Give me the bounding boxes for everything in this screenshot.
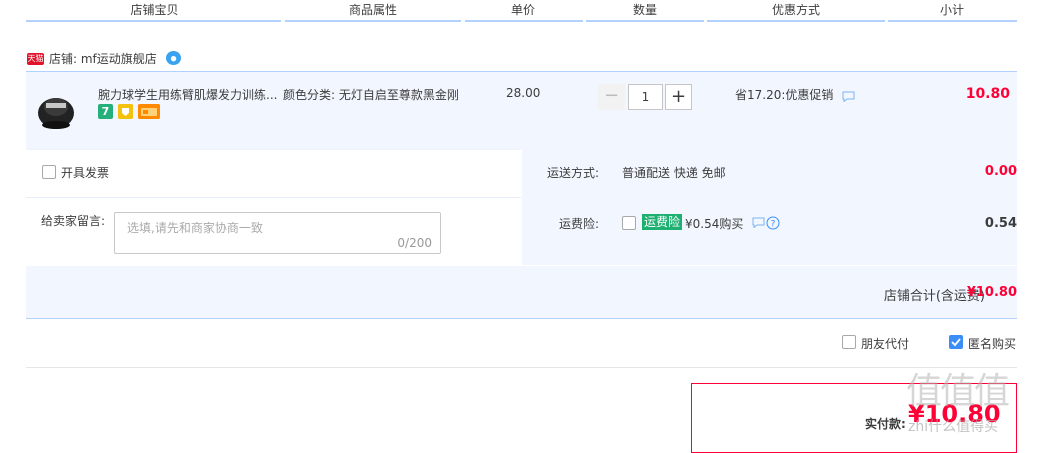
col-header-item: 店铺宝贝 <box>130 3 179 17</box>
promo-text: 省17.20:优惠促销 <box>735 88 834 102</box>
friend-pay-checkbox[interactable] <box>842 335 856 349</box>
invoice-label[interactable]: 开具发票 <box>61 164 109 181</box>
quantity-increment-button[interactable]: + <box>665 84 692 110</box>
message-label: 给卖家留言: <box>41 214 106 228</box>
header-underline <box>586 20 704 22</box>
insurance-fee: 0.54 <box>984 216 1017 231</box>
header-underline <box>26 20 281 22</box>
cart-item-row <box>26 72 1017 149</box>
shipping-fee: 0.00 <box>984 164 1017 179</box>
anonymous-label[interactable]: 匿名购买 <box>968 335 1016 352</box>
col-header-price: 单价 <box>510 3 535 17</box>
shop-total-value: ¥10.80 <box>966 285 1017 300</box>
options-divider <box>26 197 521 198</box>
invoice-checkbox[interactable] <box>42 165 56 179</box>
tmall-badge-icon: 天猫 <box>27 53 44 65</box>
watermark-subtext: zhi什么值得买 <box>908 419 999 435</box>
quantity-input[interactable]: 1 <box>628 84 663 110</box>
insurance-comment-icon[interactable] <box>752 217 765 231</box>
credit-card-icon <box>138 104 160 119</box>
pay-label: 实付款: <box>865 417 906 431</box>
anonymous-checkbox[interactable] <box>949 335 963 349</box>
insurance-price: ¥0.54购买 <box>685 217 744 231</box>
insurance-label: 运费险: <box>559 217 600 231</box>
col-header-promo: 优惠方式 <box>771 3 820 17</box>
shipping-method-label: 运送方式: <box>547 166 600 180</box>
svg-text:?: ? <box>771 220 776 230</box>
product-title-link[interactable]: 腕力球学生用练臂肌爆发力训练... <box>98 86 278 103</box>
insurance-tag: 运费险 <box>642 214 683 230</box>
unit-price: 28.00 <box>506 86 541 100</box>
insurance-checkbox[interactable] <box>622 216 636 230</box>
help-question-icon[interactable]: ? <box>766 216 780 233</box>
quantity-decrement-button[interactable]: − <box>598 84 625 110</box>
guarantee-icon <box>118 104 133 119</box>
footer-divider <box>26 367 1017 368</box>
seven-day-return-icon: 7 <box>98 104 113 119</box>
product-thumbnail[interactable] <box>36 85 76 133</box>
header-underline <box>888 20 1017 22</box>
chat-bubble-icon[interactable]: ● <box>166 51 181 65</box>
message-placeholder: 选填,请先和商家协商一致 <box>127 221 263 235</box>
product-sku: 颜色分类: 无灯自启至尊款黑金刚 <box>283 88 459 102</box>
header-underline <box>707 20 885 22</box>
watermark-logo: 值值值 <box>906 371 1010 412</box>
header-underline <box>465 20 583 22</box>
seller-message-textarea[interactable]: 选填,请先和商家协商一致 0/200 <box>114 212 441 254</box>
item-subtotal: 10.80 <box>965 86 1010 102</box>
col-header-qty: 数量 <box>632 3 657 17</box>
message-char-count: 0/200 <box>397 236 432 250</box>
col-header-attr: 商品属性 <box>348 3 397 17</box>
shop-total-row <box>26 266 1017 319</box>
col-header-subtotal: 小计 <box>939 3 964 17</box>
promo-comment-icon[interactable] <box>842 91 855 103</box>
shop-name[interactable]: 店铺: mf运动旗舰店 <box>49 50 157 67</box>
header-underline <box>285 20 461 22</box>
shipping-method-value: 普通配送 快递 免邮 <box>622 166 726 180</box>
friend-pay-label[interactable]: 朋友代付 <box>861 335 909 352</box>
svg-text:●: ● <box>170 55 176 63</box>
